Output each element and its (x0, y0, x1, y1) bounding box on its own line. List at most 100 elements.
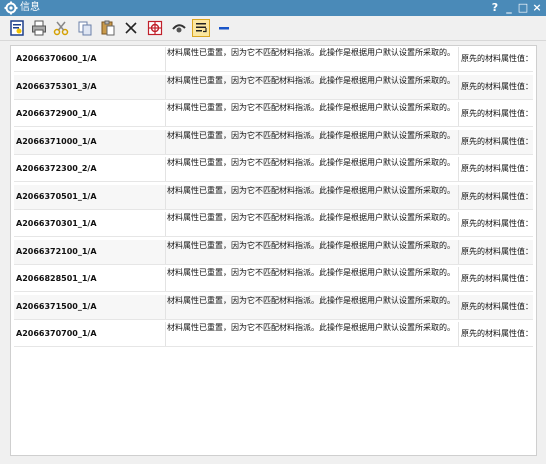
window-title: 信息 (20, 2, 40, 13)
paste-button[interactable] (99, 19, 117, 37)
message-cell: 材料属性已重置，因为它不匹配材料指派。此操作是根据用户默认设置所采取的。 (166, 267, 459, 291)
part-number-text: A2066370301_1/A (16, 219, 97, 228)
copy-button[interactable] (76, 19, 94, 37)
cut-icon (53, 21, 69, 36)
part-number-text: A2066375301_3/A (16, 81, 97, 91)
part-number-cell: A2066370501_1/A (14, 184, 166, 209)
part-number-cell: A2066370301_1/A (14, 212, 166, 236)
table-row[interactable]: A2066828501_1/A 材料属性已重置，因为它不匹配材料指派。此操作是根据… (14, 267, 533, 292)
table-row[interactable]: A2066370301_1/A 材料属性已重置，因为它不匹配材料指派。此操作是根据… (14, 212, 533, 237)
part-number-cell: A2066372900_1/A (14, 102, 166, 126)
part-number-cell: A2066370700_1/A (14, 322, 166, 346)
table-row[interactable]: A2066375301_3/A 材料属性已重置，因为它不匹配材料指派。此操作是根据… (14, 74, 533, 100)
part-number-text: A2066371500_1/A (16, 301, 97, 311)
original-value-text: 原先的材料属性值： (461, 164, 533, 173)
original-value-cell: 原先的材料属性值： (459, 240, 533, 264)
message-cell: 材料属性已重置，因为它不匹配材料指派。此操作是根据用户默认设置所采取的。 (166, 184, 459, 209)
original-value-text: 原先的材料属性值： (461, 54, 533, 63)
message-cell: 材料属性已重置，因为它不匹配材料指派。此操作是根据用户默认设置所采取的。 (166, 322, 459, 346)
original-value-text: 原先的材料属性值： (461, 109, 533, 118)
save-info-icon (10, 20, 24, 36)
message-text: 材料属性已重置，因为它不匹配材料指派。此操作是根据用户默认设置所采取的。 (167, 240, 455, 250)
highlight-button[interactable] (170, 19, 188, 37)
table-row[interactable]: A2066372100_1/A 材料属性已重置，因为它不匹配材料指派。此操作是根据… (14, 239, 533, 265)
table-row[interactable]: A2066370501_1/A 材料属性已重置，因为它不匹配材料指派。此操作是根据… (14, 184, 533, 210)
original-value-text: 原先的材料属性值： (461, 191, 533, 201)
collapse-icon (219, 27, 229, 30)
message-text: 材料属性已重置，因为它不匹配材料指派。此操作是根据用户默认设置所采取的。 (167, 213, 455, 222)
original-value-text: 原先的材料属性值： (461, 219, 533, 228)
original-value-cell: 原先的材料属性值： (459, 102, 533, 126)
message-text: 材料属性已重置，因为它不匹配材料指派。此操作是根据用户默认设置所采取的。 (167, 295, 455, 305)
message-cell: 材料属性已重置，因为它不匹配材料指派。此操作是根据用户默认设置所采取的。 (166, 239, 459, 264)
original-value-cell: 原先的材料属性值： (459, 295, 533, 319)
message-cell: 材料属性已重置，因为它不匹配材料指派。此操作是根据用户默认设置所采取的。 (166, 74, 459, 99)
message-cell: 材料属性已重置，因为它不匹配材料指派。此操作是根据用户默认设置所采取的。 (166, 129, 459, 154)
table-row[interactable]: A2066370600_1/A 材料属性已重置，因为它不匹配材料指派。此操作是根据… (14, 47, 533, 72)
message-text: 材料属性已重置，因为它不匹配材料指派。此操作是根据用户默认设置所采取的。 (167, 103, 455, 112)
part-number-text: A2066372900_1/A (16, 109, 97, 118)
part-number-cell: A2066371000_1/A (14, 129, 166, 154)
message-cell: 材料属性已重置，因为它不匹配材料指派。此操作是根据用户默认设置所采取的。 (166, 294, 459, 319)
part-number-text: A2066371000_1/A (16, 136, 97, 146)
table-row[interactable]: A2066370700_1/A 材料属性已重置，因为它不匹配材料指派。此操作是根据… (14, 322, 533, 347)
collapse-button[interactable] (215, 19, 233, 37)
print-button[interactable] (30, 19, 48, 37)
original-value-cell: 原先的材料属性值： (459, 322, 533, 346)
delete-button[interactable] (122, 19, 140, 37)
table-row[interactable]: A2066372300_2/A 材料属性已重置，因为它不匹配材料指派。此操作是根据… (14, 157, 533, 182)
minimize-button[interactable]: _ (502, 0, 516, 16)
toolbar (0, 16, 546, 41)
part-number-cell: A2066375301_3/A (14, 74, 166, 99)
message-text: 材料属性已重置，因为它不匹配材料指派。此操作是根据用户默认设置所采取的。 (167, 75, 455, 85)
message-cell: 材料属性已重置，因为它不匹配材料指派。此操作是根据用户默认设置所采取的。 (166, 47, 459, 71)
find-button[interactable] (146, 19, 164, 37)
table-row[interactable]: A2066372900_1/A 材料属性已重置，因为它不匹配材料指派。此操作是根据… (14, 102, 533, 127)
copy-icon (78, 21, 92, 36)
message-text: 材料属性已重置，因为它不匹配材料指派。此操作是根据用户默认设置所采取的。 (167, 158, 455, 167)
message-text: 材料属性已重置，因为它不匹配材料指派。此操作是根据用户默认设置所采取的。 (167, 268, 455, 277)
original-value-text: 原先的材料属性值： (461, 136, 533, 146)
message-text: 材料属性已重置，因为它不匹配材料指派。此操作是根据用户默认设置所采取的。 (167, 48, 455, 57)
table-row[interactable]: A2066371500_1/A 材料属性已重置，因为它不匹配材料指派。此操作是根据… (14, 294, 533, 320)
original-value-cell: 原先的材料属性值： (459, 267, 533, 291)
original-value-text: 原先的材料属性值： (461, 329, 533, 338)
cut-button[interactable] (52, 19, 70, 37)
original-value-text: 原先的材料属性值： (461, 81, 533, 91)
part-number-text: A2066370501_1/A (16, 191, 97, 201)
maximize-button[interactable]: □ (516, 0, 530, 16)
part-number-cell: A2066371500_1/A (14, 294, 166, 319)
highlight-icon (172, 24, 186, 33)
help-button[interactable]: ? (488, 0, 502, 16)
original-value-text: 原先的材料属性值： (461, 246, 533, 256)
message-cell: 材料属性已重置，因为它不匹配材料指派。此操作是根据用户默认设置所采取的。 (166, 102, 459, 126)
original-value-cell: 原先的材料属性值： (459, 185, 533, 209)
message-cell: 材料属性已重置，因为它不匹配材料指派。此操作是根据用户默认设置所采取的。 (166, 212, 459, 236)
part-number-text: A2066828501_1/A (16, 274, 97, 283)
delete-icon (125, 22, 137, 34)
message-text: 材料属性已重置，因为它不匹配材料指派。此操作是根据用户默认设置所采取的。 (167, 185, 455, 195)
table-row[interactable]: A2066371000_1/A 材料属性已重置，因为它不匹配材料指派。此操作是根据… (14, 129, 533, 155)
part-number-cell: A2066828501_1/A (14, 267, 166, 291)
original-value-cell: 原先的材料属性值： (459, 130, 533, 154)
title-bar: 信息 ? _ □ × (0, 0, 546, 16)
close-button[interactable]: × (530, 0, 544, 16)
original-value-text: 原先的材料属性值： (461, 301, 533, 311)
original-value-cell: 原先的材料属性值： (459, 47, 533, 71)
find-icon (147, 20, 163, 36)
print-icon (32, 20, 46, 36)
part-number-cell: A2066370600_1/A (14, 47, 166, 71)
part-number-cell: A2066372100_1/A (14, 239, 166, 264)
paste-icon (101, 20, 115, 36)
part-number-text: A2066370700_1/A (16, 329, 97, 338)
message-list[interactable]: A2066370600_1/A 材料属性已重置，因为它不匹配材料指派。此操作是根据… (10, 45, 537, 456)
original-value-cell: 原先的材料属性值： (459, 75, 533, 99)
message-text: 材料属性已重置，因为它不匹配材料指派。此操作是根据用户默认设置所采取的。 (167, 323, 455, 332)
save-info-button[interactable] (8, 19, 26, 37)
gear-icon (4, 1, 18, 15)
part-number-text: A2066372100_1/A (16, 246, 97, 256)
message-text: 材料属性已重置，因为它不匹配材料指派。此操作是根据用户默认设置所采取的。 (167, 130, 455, 140)
wrap-text-button[interactable] (192, 19, 210, 37)
part-number-text: A2066370600_1/A (16, 54, 97, 63)
wrap-text-icon (196, 23, 207, 33)
